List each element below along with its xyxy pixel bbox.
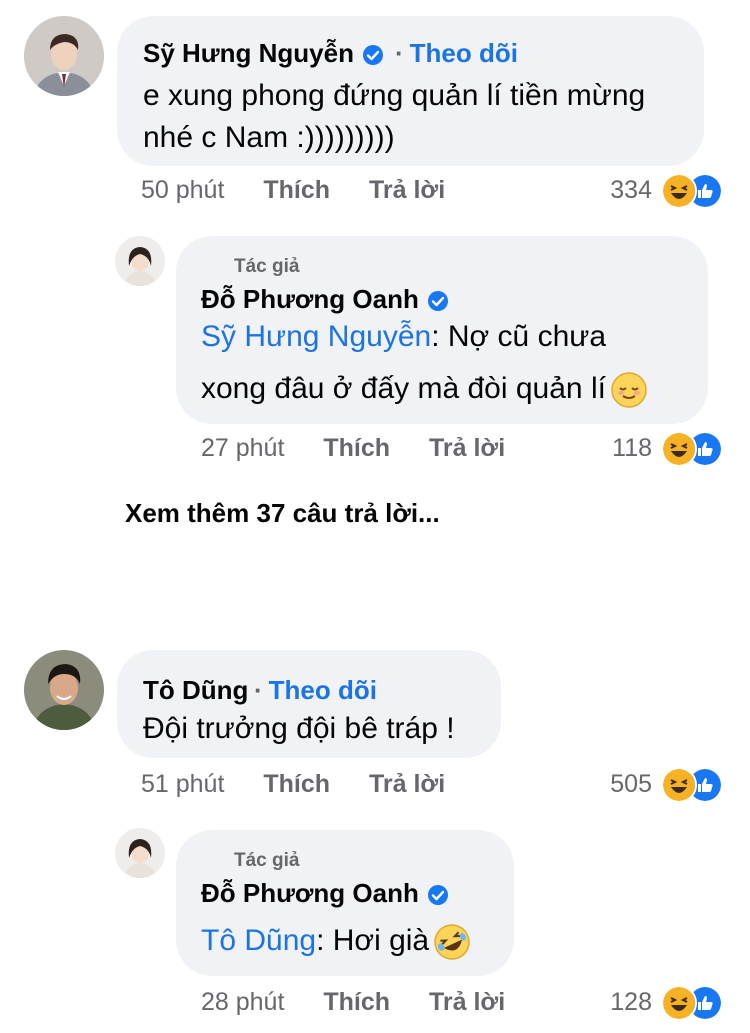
reaction-count[interactable]: 334 [586, 176, 652, 205]
follow-button[interactable]: Theo dõi [269, 675, 377, 705]
reply-button[interactable]: Trả lời [429, 434, 505, 462]
author-name-text[interactable]: Sỹ Hưng Nguyễn [143, 38, 354, 68]
comment-time[interactable]: 50 phút [141, 176, 224, 204]
follow-button[interactable]: Theo dõi [410, 38, 518, 68]
reaction-icons[interactable] [661, 767, 723, 803]
mention-link[interactable]: Sỹ Hưng Nguyễn [201, 320, 431, 353]
comment-text-line: e xung phong đứng quản lí tiền mừng [143, 79, 646, 112]
comment-text-line: xong đâu ở đấy mà đòi quản lí [201, 372, 606, 405]
relieved-emoji-icon [611, 372, 647, 408]
like-button[interactable]: Thích [323, 988, 390, 1016]
comment-time[interactable]: 51 phút [141, 770, 224, 798]
haha-reaction-icon [661, 173, 697, 209]
comment-author-name[interactable]: Tô Dũng [143, 675, 248, 706]
reaction-count[interactable]: 505 [586, 770, 652, 799]
reply-button[interactable]: Trả lời [369, 176, 445, 204]
comment-text-line: Đội trưởng đội bê tráp ! [143, 712, 455, 745]
comment-text-line: nhé c Nam :))))))))) [143, 121, 395, 154]
comment-text: Tô Dũng: Hơi già [201, 920, 471, 962]
comment-text: Sỹ Hưng Nguyễn: Nợ cũ chưa xong đâu ở đấ… [201, 316, 648, 410]
like-button[interactable]: Thích [323, 434, 390, 462]
author-tag: Tác giả [234, 850, 300, 871]
mention-link[interactable]: Tô Dũng [201, 924, 316, 957]
separator-dot: · [395, 38, 404, 68]
like-button[interactable]: Thích [263, 770, 330, 798]
reply-button[interactable]: Trả lời [429, 988, 505, 1016]
comment-text: e xung phong đứng quản lí tiền mừng nhé … [143, 75, 645, 159]
like-button[interactable]: Thích [263, 176, 330, 204]
avatar[interactable] [24, 16, 104, 96]
haha-reaction-icon [661, 431, 697, 467]
author-name-text[interactable]: Đỗ Phương Oanh [201, 284, 419, 314]
reaction-count[interactable]: 118 [590, 434, 652, 463]
reaction-icons[interactable] [661, 985, 723, 1021]
comment-time[interactable]: 27 phút [201, 434, 284, 462]
rofl-emoji-icon [434, 924, 470, 960]
comment-time[interactable]: 28 phút [201, 988, 284, 1016]
comment-author-name[interactable]: Sỹ Hưng Nguyễn [143, 38, 384, 69]
author-name-text[interactable]: Đỗ Phương Oanh [201, 878, 419, 908]
comment-author-name[interactable]: Đỗ Phương Oanh [201, 284, 449, 315]
haha-reaction-icon [661, 767, 697, 803]
comment-text: Đội trưởng đội bê tráp ! [143, 708, 455, 750]
comment-text-line: : Nợ cũ chưa [431, 320, 607, 353]
separator-dot: · [254, 675, 263, 705]
verified-badge-icon [427, 291, 448, 312]
reaction-count[interactable]: 128 [590, 988, 652, 1017]
author-tag: Tác giả [234, 256, 300, 277]
author-name-text[interactable]: Tô Dũng [143, 675, 248, 705]
comment-author-name[interactable]: Đỗ Phương Oanh [201, 878, 449, 909]
haha-reaction-icon [661, 985, 697, 1021]
reaction-icons[interactable] [661, 431, 723, 467]
reaction-icons[interactable] [661, 173, 723, 209]
reply-button[interactable]: Trả lời [369, 770, 445, 798]
verified-badge-icon [427, 885, 448, 906]
avatar[interactable] [115, 236, 165, 286]
verified-badge-icon [362, 45, 383, 66]
avatar[interactable] [115, 828, 165, 878]
see-more-replies[interactable]: Xem thêm 37 câu trả lời... [125, 498, 440, 529]
avatar[interactable] [24, 650, 104, 730]
comment-text-line: : Hơi già [316, 924, 430, 957]
